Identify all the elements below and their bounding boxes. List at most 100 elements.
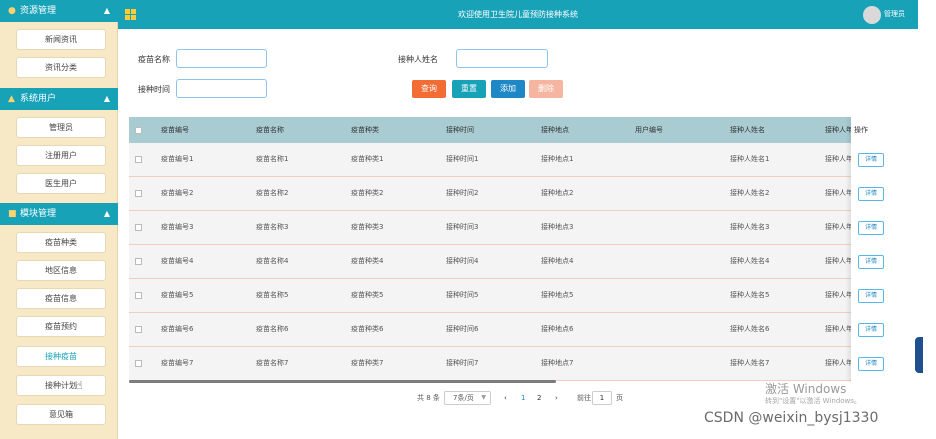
table-cell: 疫苗名称2 (256, 189, 289, 197)
table-cell: 疫苗名称6 (256, 325, 289, 333)
table-cell: 疫苗名称1 (256, 155, 289, 163)
table-cell: 接种地点2 (541, 189, 574, 197)
table-row[interactable]: 疫苗编号6 疫苗名称6 疫苗种类6 接种时间6 接种地点6 接种人姓名6 接种人年 (129, 313, 907, 347)
sidebar-group-label: 系统用户 (20, 94, 57, 104)
goto-page-input[interactable]: 1 (592, 391, 612, 405)
vaccine-name-input[interactable] (176, 49, 267, 68)
reset-button[interactable]: 重置 (452, 80, 486, 98)
sidebar-item-suggestion-box[interactable]: 意见箱 (16, 404, 106, 425)
table-cell: 接种人姓名1 (730, 155, 770, 163)
hand-cursor-icon: ☝ (76, 379, 83, 392)
detail-button[interactable]: 详情 (858, 289, 884, 303)
search-button[interactable]: 查询 (412, 80, 446, 98)
table-cell: 疫苗编号2 (161, 189, 194, 197)
row-checkbox[interactable] (135, 258, 142, 265)
detail-button[interactable]: 详情 (858, 255, 884, 269)
person-name-input[interactable] (456, 49, 548, 68)
grid-icon: ■ (8, 209, 17, 219)
horizontal-scrollbar[interactable] (129, 380, 556, 383)
table-cell: 疫苗编号7 (161, 359, 194, 367)
table-cell: 接种人年 (825, 291, 853, 299)
page-number-1[interactable]: 1 (521, 391, 525, 405)
row-checkbox[interactable] (135, 360, 142, 367)
pagination-total: 共 8 条 (417, 394, 440, 402)
table-cell: 接种人姓名5 (730, 291, 770, 299)
sidebar-item-registered-users[interactable]: 注册用户 (16, 145, 106, 166)
detail-button[interactable]: 详情 (858, 357, 884, 371)
column-header: 接种地点 (541, 126, 569, 134)
top-bar: 欢迎使用卫生院儿童预防接种系统 管理员 (118, 0, 918, 29)
detail-button[interactable]: 详情 (858, 221, 884, 235)
vaccine-name-label: 疫苗名称 (138, 55, 170, 64)
sidebar-item-vaccination-plan[interactable]: 接种计划 (16, 375, 106, 396)
table-cell: 接种人年 (825, 325, 853, 333)
table-row[interactable]: 疫苗编号1 疫苗名称1 疫苗种类1 接种时间1 接种地点1 接种人姓名1 接种人年 (129, 143, 907, 177)
table-cell: 接种人年 (825, 257, 853, 265)
table-row[interactable]: 疫苗编号2 疫苗名称2 疫苗种类2 接种时间2 接种地点2 接种人姓名2 接种人年 (129, 177, 907, 211)
sidebar: ● 资源管理 ▲ 新闻资讯 资讯分类 ▲ 系统用户 ▲ 管理员 注册用户 医生用… (0, 0, 118, 439)
csdn-watermark: CSDN @weixin_bysj1330 (704, 410, 879, 426)
sidebar-item-news[interactable]: 新闻资讯 (16, 29, 106, 50)
avatar[interactable] (863, 6, 881, 24)
table-cell: 接种时间5 (446, 291, 479, 299)
table-cell: 接种时间2 (446, 189, 479, 197)
activate-windows-title: 激活 Windows (765, 382, 847, 396)
table-cell: 接种地点4 (541, 257, 574, 265)
sidebar-item-vaccine-info[interactable]: 疫苗信息 (16, 288, 106, 309)
sidebar-group-label: 资源管理 (20, 6, 57, 16)
column-header: 用户编号 (635, 126, 663, 134)
sidebar-item-vaccination[interactable]: 接种疫苗 (16, 346, 106, 367)
sidebar-item-region[interactable]: 地区信息 (16, 260, 106, 281)
row-checkbox[interactable] (135, 292, 142, 299)
sidebar-item-vaccine-type[interactable]: 疫苗种类 (16, 232, 106, 253)
row-checkbox[interactable] (135, 326, 142, 333)
table-cell: 疫苗种类4 (351, 257, 384, 265)
chevron-down-icon: ▼ (481, 394, 486, 401)
page-size-select[interactable]: 7条/页 ▼ (444, 391, 491, 405)
column-header: 接种人年 (825, 126, 853, 134)
row-checkbox[interactable] (135, 224, 142, 231)
detail-button[interactable]: 详情 (858, 153, 884, 167)
activate-windows-subtitle: 转到"设置"以激活 Windows。 (765, 397, 861, 405)
column-header: 疫苗名称 (256, 126, 284, 134)
add-button[interactable]: 添加 (491, 80, 525, 98)
sidebar-item-news-category[interactable]: 资讯分类 (16, 57, 106, 78)
side-drawer-handle[interactable] (915, 337, 923, 373)
sidebar-group-modules[interactable]: ■ 模块管理 ▲ (0, 203, 118, 225)
table-row[interactable]: 疫苗编号4 疫苗名称4 疫苗种类4 接种时间4 接种地点4 接种人姓名4 接种人年 (129, 245, 907, 279)
table-row[interactable]: 疫苗编号3 疫苗名称3 疫苗种类3 接种时间3 接种地点3 接种人姓名3 接种人年 (129, 211, 907, 245)
table-cell: 接种地点1 (541, 155, 574, 163)
table-cell: 接种时间4 (446, 257, 479, 265)
table-cell: 疫苗名称5 (256, 291, 289, 299)
detail-button[interactable]: 详情 (858, 187, 884, 201)
delete-button[interactable]: 删除 (529, 80, 563, 98)
sidebar-group-resources[interactable]: ● 资源管理 ▲ (0, 0, 118, 22)
table-row[interactable]: 疫苗编号7 疫苗名称7 疫苗种类7 接种时间7 接种地点7 接种人姓名7 接种人年 (129, 347, 907, 381)
sidebar-group-users[interactable]: ▲ 系统用户 ▲ (0, 88, 118, 110)
user-label[interactable]: 管理员 (884, 0, 905, 29)
detail-button[interactable]: 详情 (858, 323, 884, 337)
table-cell: 接种人姓名7 (730, 359, 770, 367)
table-row[interactable]: 疫苗编号5 疫苗名称5 疫苗种类5 接种时间5 接种地点5 接种人姓名5 接种人年 (129, 279, 907, 313)
table-cell: 疫苗种类6 (351, 325, 384, 333)
sidebar-item-doctor-users[interactable]: 医生用户 (16, 173, 106, 194)
row-checkbox[interactable] (135, 156, 142, 163)
sidebar-item-admin[interactable]: 管理员 (16, 117, 106, 138)
table-cell: 接种时间7 (446, 359, 479, 367)
table-cell: 疫苗编号1 (161, 155, 194, 163)
table-cell: 接种人年 (825, 223, 853, 231)
vaccination-time-input[interactable] (176, 79, 267, 98)
sidebar-item-vaccine-booking[interactable]: 疫苗预约 (16, 316, 106, 337)
table-cell: 疫苗编号6 (161, 325, 194, 333)
select-all-checkbox[interactable] (135, 127, 142, 134)
column-header: 疫苗种类 (351, 126, 379, 134)
next-page-button[interactable]: › (555, 391, 558, 405)
row-checkbox[interactable] (135, 190, 142, 197)
location-icon: ● (8, 6, 16, 16)
prev-page-button[interactable]: ‹ (504, 391, 507, 405)
table-cell: 接种时间1 (446, 155, 479, 163)
page-number-2[interactable]: 2 (537, 391, 541, 405)
table-cell: 接种地点3 (541, 223, 574, 231)
page-unit-label: 页 (616, 394, 623, 402)
action-column: 操作 详情 详情 详情 详情 详情 详情 详情 (851, 117, 907, 383)
